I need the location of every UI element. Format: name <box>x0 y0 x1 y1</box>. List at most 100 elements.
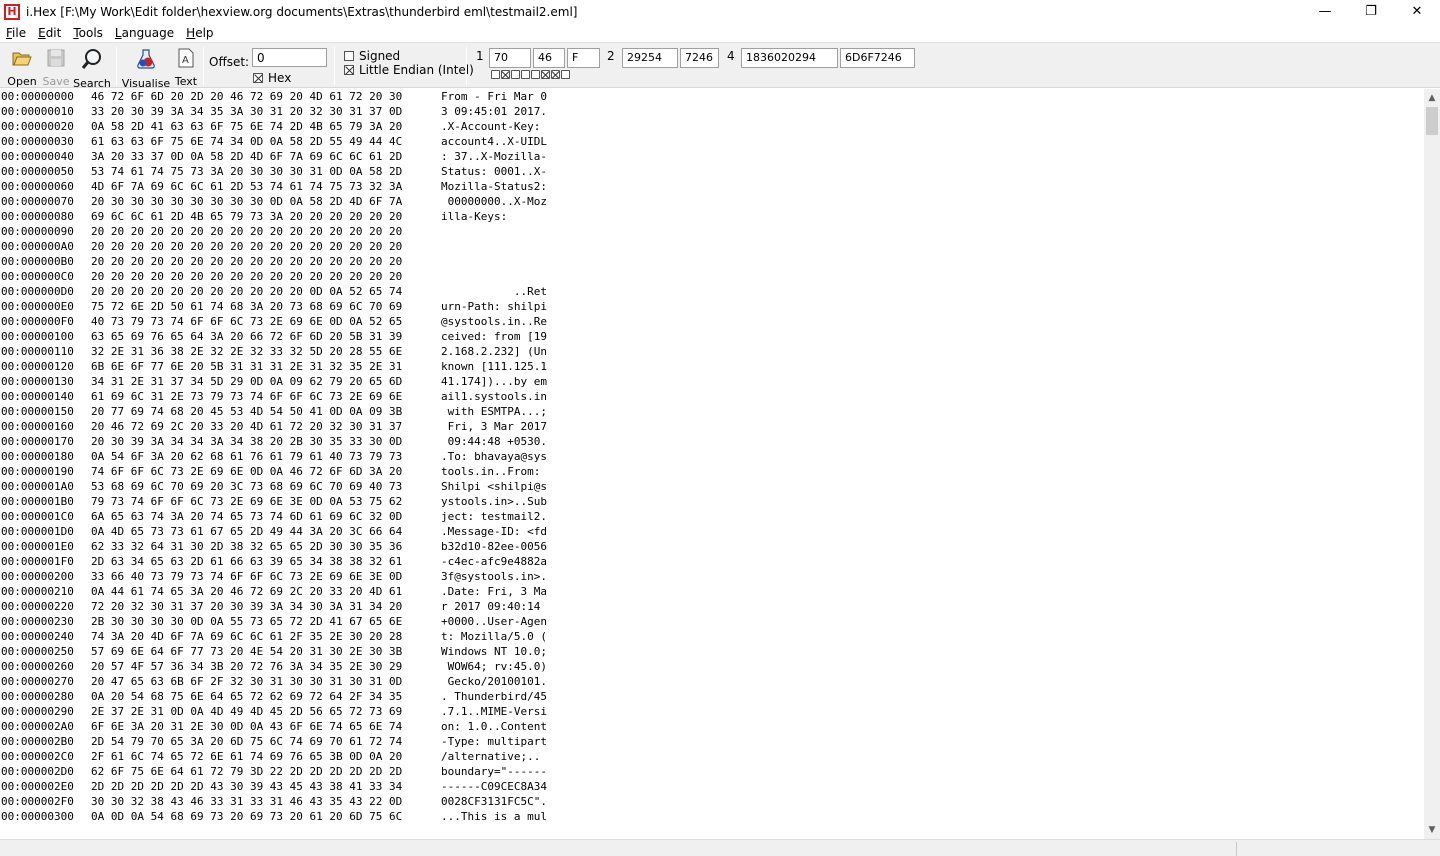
hex-bytes-cell[interactable]: 33 20 30 39 3A 34 35 3A 30 31 20 32 30 3… <box>91 104 431 119</box>
ascii-text-cell[interactable]: Status: 0001..X- <box>441 164 561 179</box>
hex-bytes-cell[interactable]: 33 66 40 73 79 73 74 6F 6F 6C 73 2E 69 6… <box>91 569 431 584</box>
hex-row[interactable]: 00:00000060 4D 6F 7A 69 6C 6C 61 2D 53 74… <box>0 179 1424 194</box>
hex-row[interactable]: 00:00000070 20 30 30 30 30 30 30 30 30 0D… <box>0 194 1424 209</box>
hex-row[interactable]: 00:00000190 74 6F 6F 6C 73 2E 69 6E 0D 0A… <box>0 464 1424 479</box>
hex-row[interactable]: 00:00000160 20 46 72 69 2C 20 33 20 4D 61… <box>0 419 1424 434</box>
ascii-text-cell[interactable]: account4..X-UIDL <box>441 134 561 149</box>
ascii-text-cell[interactable]: 0028CF3131FC5C". <box>441 794 561 809</box>
hex-row[interactable]: 00:00000280 0A 20 54 68 75 6E 64 65 72 62… <box>0 689 1424 704</box>
ascii-text-cell[interactable] <box>441 239 561 254</box>
hex-row[interactable]: 00:00000260 20 57 4F 57 36 34 3B 20 72 76… <box>0 659 1424 674</box>
dword-hex-field[interactable]: 6D6F7246 <box>840 48 915 68</box>
scroll-down-icon[interactable]: ▼ <box>1424 822 1440 838</box>
visualise-button[interactable]: Visualise <box>122 46 170 90</box>
ascii-text-cell[interactable]: ceived: from [19 <box>441 329 561 344</box>
ascii-text-cell[interactable]: Gecko/20100101. <box>441 674 561 689</box>
hex-row[interactable]: 00:000001E0 62 33 32 64 31 30 2D 38 32 65… <box>0 539 1424 554</box>
hex-bytes-cell[interactable]: 62 6F 75 6E 64 61 72 79 3D 22 2D 2D 2D 2… <box>91 764 431 779</box>
ascii-text-cell[interactable]: Windows NT 10.0; <box>441 644 561 659</box>
ascii-text-cell[interactable]: 41.174])...by em <box>441 374 561 389</box>
hex-bytes-cell[interactable]: 74 3A 20 4D 6F 7A 69 6C 6C 61 2F 35 2E 3… <box>91 629 431 644</box>
byte-decimal-field[interactable]: 70 <box>489 48 531 68</box>
hex-row[interactable]: 00:000001A0 53 68 69 6C 70 69 20 3C 73 68… <box>0 479 1424 494</box>
hex-bytes-cell[interactable]: 2F 61 6C 74 65 72 6E 61 74 69 76 65 3B 0… <box>91 749 431 764</box>
hex-bytes-cell[interactable]: 62 33 32 64 31 30 2D 38 32 65 65 2D 30 3… <box>91 539 431 554</box>
ascii-text-cell[interactable]: -c4ec-afc9e4882a <box>441 554 561 569</box>
ascii-text-cell[interactable]: known [111.125.1 <box>441 359 561 374</box>
ascii-text-cell[interactable]: Mozilla-Status2: <box>441 179 561 194</box>
little-endian-checkbox-box[interactable] <box>344 65 354 75</box>
ascii-text-cell[interactable]: WOW64; rv:45.0) <box>441 659 561 674</box>
hex-row[interactable]: 00:00000010 33 20 30 39 3A 34 35 3A 30 31… <box>0 104 1424 119</box>
hex-bytes-cell[interactable]: 6B 6E 6F 77 6E 20 5B 31 31 31 2E 31 32 3… <box>91 359 431 374</box>
word-hex-field[interactable]: 7246 <box>680 48 719 68</box>
hex-row[interactable]: 00:000001F0 2D 63 34 65 63 2D 61 66 63 39… <box>0 554 1424 569</box>
hex-row[interactable]: 00:00000250 57 69 6E 64 6F 77 73 20 4E 54… <box>0 644 1424 659</box>
hex-bytes-cell[interactable]: 30 30 32 38 43 46 33 31 33 31 46 43 35 4… <box>91 794 431 809</box>
hex-checkbox[interactable]: Hex <box>253 71 291 85</box>
ascii-text-cell[interactable]: @systools.in..Re <box>441 314 561 329</box>
hex-bytes-cell[interactable]: 2D 54 79 70 65 3A 20 6D 75 6C 74 69 70 6… <box>91 734 431 749</box>
hex-bytes-cell[interactable]: 57 69 6E 64 6F 77 73 20 4E 54 20 31 30 2… <box>91 644 431 659</box>
ascii-text-cell[interactable]: Fri, 3 Mar 2017 <box>441 419 561 434</box>
bit-checkbox[interactable] <box>561 70 570 79</box>
hex-row[interactable]: 00:00000110 32 2E 31 36 38 2E 32 2E 32 33… <box>0 344 1424 359</box>
hex-row[interactable]: 00:00000040 3A 20 33 37 0D 0A 58 2D 4D 6F… <box>0 149 1424 164</box>
hex-bytes-cell[interactable]: 6A 65 63 74 3A 20 74 65 73 74 6D 61 69 6… <box>91 509 431 524</box>
hex-bytes-cell[interactable]: 0A 44 61 74 65 3A 20 46 72 69 2C 20 33 2… <box>91 584 431 599</box>
ascii-text-cell[interactable]: 3f@systools.in>. <box>441 569 561 584</box>
bit-checkbox[interactable] <box>531 70 540 79</box>
ascii-text-cell[interactable]: 00000000..X-Moz <box>441 194 561 209</box>
hex-bytes-cell[interactable]: 3A 20 33 37 0D 0A 58 2D 4D 6F 7A 69 6C 6… <box>91 149 431 164</box>
hex-bytes-cell[interactable]: 20 20 20 20 20 20 20 20 20 20 20 20 20 2… <box>91 269 431 284</box>
menu-language[interactable]: Language <box>109 26 180 40</box>
ascii-text-cell[interactable]: ail1.systools.in <box>441 389 561 404</box>
hex-bytes-cell[interactable]: 20 30 30 30 30 30 30 30 30 0D 0A 58 2D 4… <box>91 194 431 209</box>
menu-tools[interactable]: Tools <box>67 26 109 40</box>
hex-bytes-cell[interactable]: 20 47 65 63 6B 6F 2F 32 30 31 30 30 31 3… <box>91 674 431 689</box>
hex-bytes-cell[interactable]: 2B 30 30 30 30 0D 0A 55 73 65 72 2D 41 6… <box>91 614 431 629</box>
hex-bytes-cell[interactable]: 0A 54 6F 3A 20 62 68 61 76 61 79 61 40 7… <box>91 449 431 464</box>
ascii-text-cell[interactable]: .X-Account-Key: <box>441 119 561 134</box>
save-button[interactable]: Save <box>42 46 70 88</box>
bit-checkbox[interactable] <box>521 70 530 79</box>
hex-row[interactable]: 00:000000B0 20 20 20 20 20 20 20 20 20 20… <box>0 254 1424 269</box>
hex-bytes-cell[interactable]: 74 6F 6F 6C 73 2E 69 6E 0D 0A 46 72 6F 6… <box>91 464 431 479</box>
ascii-text-cell[interactable]: ...This is a mul <box>441 809 561 824</box>
hex-row[interactable]: 00:00000290 2E 37 2E 31 0D 0A 4D 49 4D 45… <box>0 704 1424 719</box>
hex-row[interactable]: 00:00000220 72 20 32 30 31 37 20 30 39 3A… <box>0 599 1424 614</box>
hex-row[interactable]: 00:000000A0 20 20 20 20 20 20 20 20 20 20… <box>0 239 1424 254</box>
hex-row[interactable]: 00:00000090 20 20 20 20 20 20 20 20 20 20… <box>0 224 1424 239</box>
ascii-text-cell[interactable]: urn-Path: shilpi <box>441 299 561 314</box>
hex-row[interactable]: 00:00000130 34 31 2E 31 37 34 5D 29 0D 0A… <box>0 374 1424 389</box>
ascii-text-cell[interactable]: ystools.in>..Sub <box>441 494 561 509</box>
ascii-text-cell[interactable]: Shilpi <shilpi@s <box>441 479 561 494</box>
hex-bytes-cell[interactable]: 4D 6F 7A 69 6C 6C 61 2D 53 74 61 74 75 7… <box>91 179 431 194</box>
hex-row[interactable]: 00:000002D0 62 6F 75 6E 64 61 72 79 3D 22… <box>0 764 1424 779</box>
hex-bytes-cell[interactable]: 0A 58 2D 41 63 63 6F 75 6E 74 2D 4B 65 7… <box>91 119 431 134</box>
hex-bytes-cell[interactable]: 0A 4D 65 73 73 61 67 65 2D 49 44 3A 20 3… <box>91 524 431 539</box>
menu-help[interactable]: Help <box>180 26 219 40</box>
hex-bytes-cell[interactable]: 6F 6E 3A 20 31 2E 30 0D 0A 43 6F 6E 74 6… <box>91 719 431 734</box>
hex-row[interactable]: 00:00000150 20 77 69 74 68 20 45 53 4D 54… <box>0 404 1424 419</box>
hex-row[interactable]: 00:000000C0 20 20 20 20 20 20 20 20 20 20… <box>0 269 1424 284</box>
ascii-text-cell[interactable] <box>441 224 561 239</box>
ascii-text-cell[interactable]: .7.1..MIME-Versi <box>441 704 561 719</box>
ascii-text-cell[interactable]: +0000..User-Agen <box>441 614 561 629</box>
hex-bytes-cell[interactable]: 53 68 69 6C 70 69 20 3C 73 68 69 6C 70 6… <box>91 479 431 494</box>
bit-checkbox[interactable] <box>541 70 550 79</box>
open-button[interactable]: Open <box>6 46 38 88</box>
hex-row[interactable]: 00:00000050 53 74 61 74 75 73 3A 20 30 30… <box>0 164 1424 179</box>
hex-row[interactable]: 00:00000240 74 3A 20 4D 6F 7A 69 6C 6C 61… <box>0 629 1424 644</box>
hex-bytes-cell[interactable]: 20 46 72 69 2C 20 33 20 4D 61 72 20 32 3… <box>91 419 431 434</box>
hex-bytes-cell[interactable]: 20 30 39 3A 34 34 3A 34 38 20 2B 30 35 3… <box>91 434 431 449</box>
hex-bytes-cell[interactable]: 20 20 20 20 20 20 20 20 20 20 20 0D 0A 5… <box>91 284 431 299</box>
hex-row[interactable]: 00:000002F0 30 30 32 38 43 46 33 31 33 31… <box>0 794 1424 809</box>
ascii-text-cell[interactable]: ------C09CEC8A34 <box>441 779 561 794</box>
hex-bytes-cell[interactable]: 2D 2D 2D 2D 2D 2D 43 30 39 43 45 43 38 4… <box>91 779 431 794</box>
ascii-text-cell[interactable]: .Message-ID: <fd <box>441 524 561 539</box>
ascii-text-cell[interactable] <box>441 269 561 284</box>
hex-row[interactable]: 00:00000020 0A 58 2D 41 63 63 6F 75 6E 74… <box>0 119 1424 134</box>
ascii-text-cell[interactable]: ject: testmail2. <box>441 509 561 524</box>
signed-checkbox[interactable]: Signed <box>344 49 400 63</box>
